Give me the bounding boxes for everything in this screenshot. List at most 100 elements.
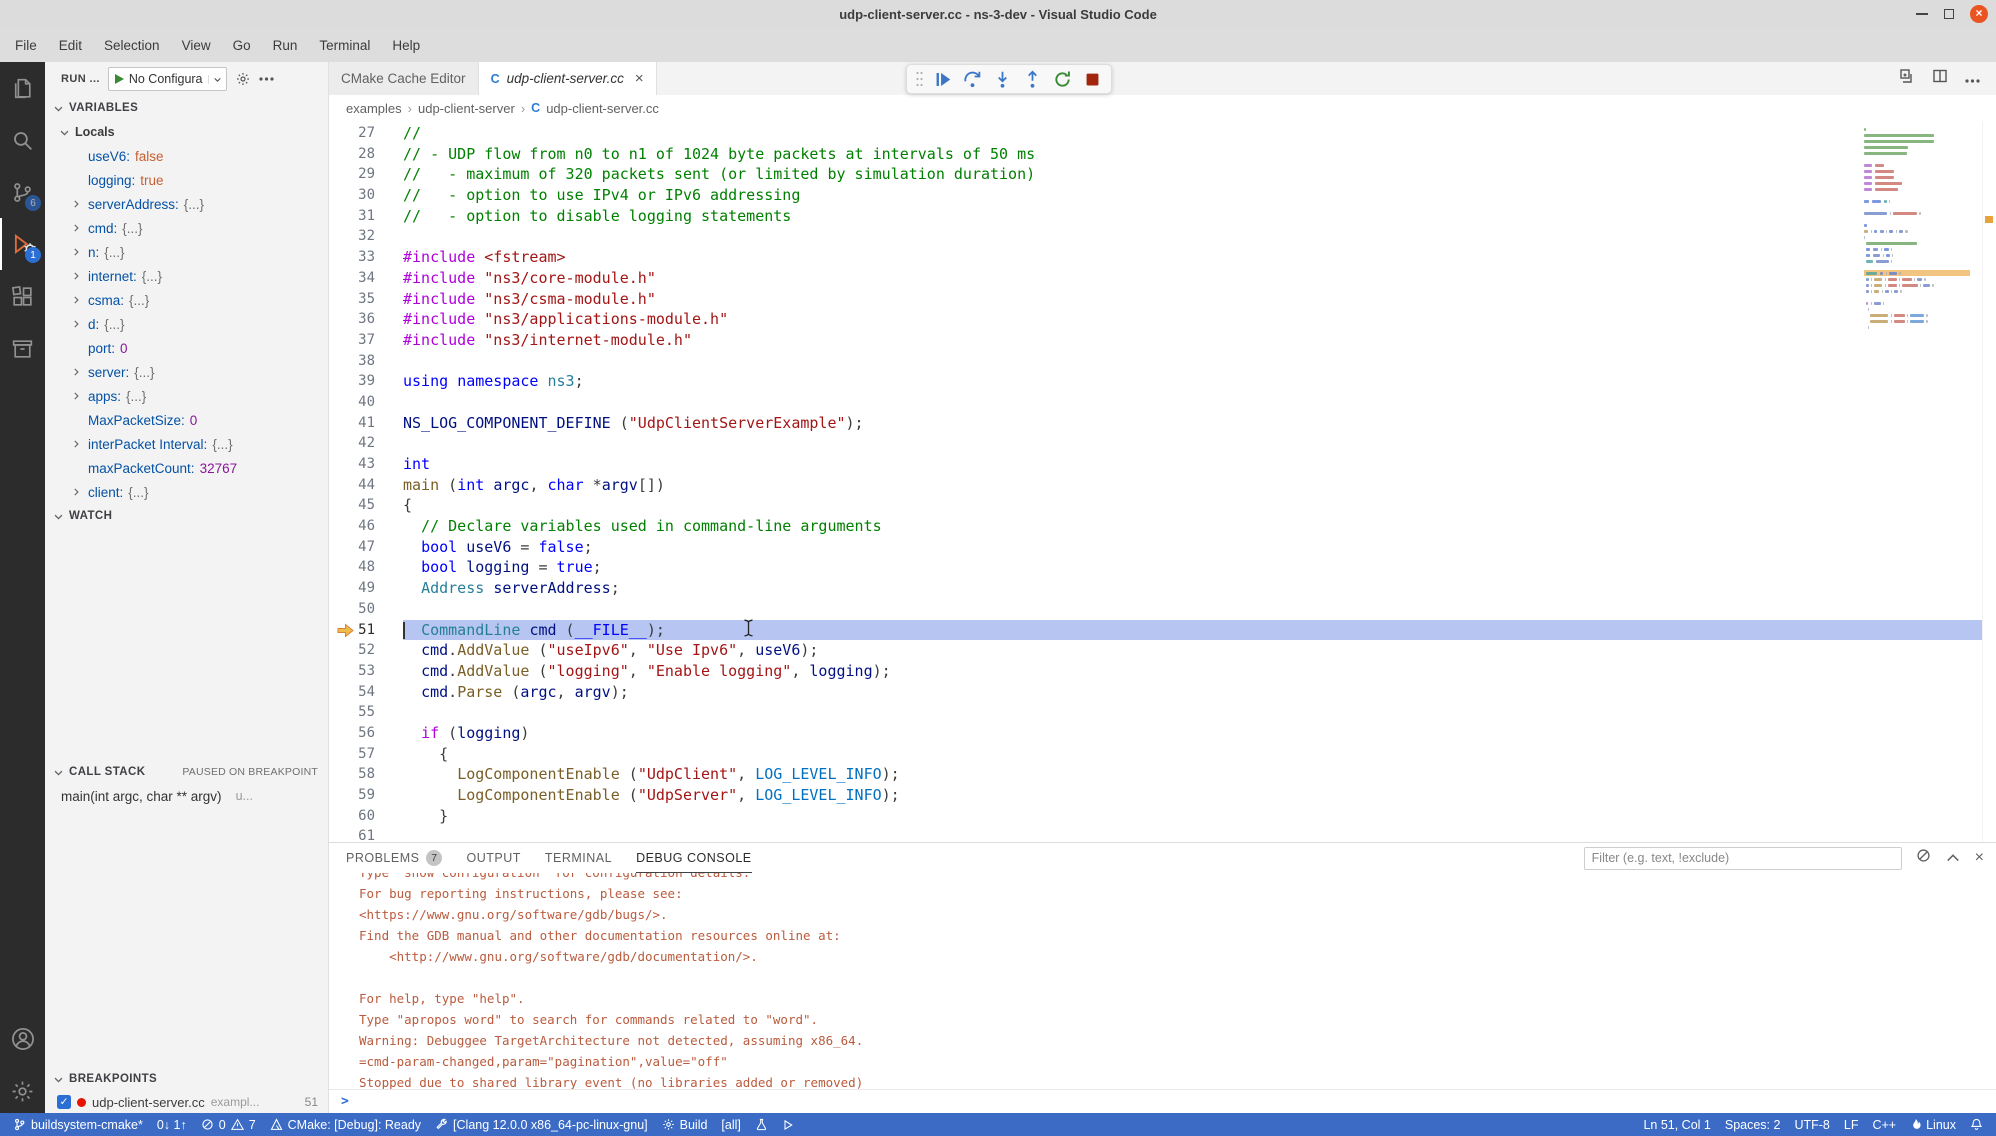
code-line-46[interactable]: 46 // Declare variables used in command-… [329, 516, 1996, 537]
variable-MaxPacketSize[interactable]: MaxPacketSize:0 [45, 408, 328, 432]
cursor-position[interactable]: Ln 51, Col 1 [1636, 1113, 1717, 1136]
chevron-right-icon[interactable] [71, 319, 88, 329]
debug-console-input[interactable]: > [329, 1089, 1996, 1113]
step-into-button[interactable] [989, 66, 1015, 92]
code-line-41[interactable]: 41NS_LOG_COMPONENT_DEFINE ("UdpClientSer… [329, 413, 1996, 434]
continue-button[interactable] [929, 66, 955, 92]
start-debug-icon[interactable] [115, 74, 124, 84]
variable-csma[interactable]: csma:{...} [45, 288, 328, 312]
menu-edit[interactable]: Edit [48, 28, 93, 62]
gutter-line-61[interactable]: 61 [329, 826, 403, 842]
chevron-right-icon[interactable] [71, 199, 88, 209]
search-icon[interactable] [0, 114, 45, 166]
chevron-right-icon[interactable] [71, 223, 88, 233]
tab-udp-client-server[interactable]: C udp-client-server.cc × [479, 62, 657, 95]
watch-section-header[interactable]: WATCH [45, 504, 328, 528]
gutter-line-58[interactable]: 58 [329, 764, 403, 785]
menu-selection[interactable]: Selection [93, 28, 171, 62]
gutter-line-41[interactable]: 41 [329, 413, 403, 434]
code-line-39[interactable]: 39using namespace ns3; [329, 371, 1996, 392]
panel-tab-output[interactable]: OUTPUT [466, 843, 520, 873]
encoding-status[interactable]: UTF-8 [1787, 1113, 1836, 1136]
menu-terminal[interactable]: Terminal [308, 28, 381, 62]
variable-internet[interactable]: internet:{...} [45, 264, 328, 288]
chevron-right-icon[interactable] [71, 247, 88, 257]
variable-cmd[interactable]: cmd:{...} [45, 216, 328, 240]
gutter-line-29[interactable]: 29 [329, 164, 403, 185]
variable-interPacketInterval[interactable]: interPacket Interval:{...} [45, 432, 328, 456]
gutter-line-54[interactable]: 54 [329, 682, 403, 703]
close-panel-icon[interactable]: × [1975, 850, 1984, 866]
gutter-line-31[interactable]: 31 [329, 206, 403, 227]
gutter-line-35[interactable]: 35 [329, 289, 403, 310]
chevron-right-icon[interactable] [71, 367, 88, 377]
variable-n[interactable]: n:{...} [45, 240, 328, 264]
panel-tab-terminal[interactable]: TERMINAL [545, 843, 612, 873]
code-line-56[interactable]: 56 if (logging) [329, 723, 1996, 744]
restore-icon[interactable] [1944, 9, 1954, 19]
code-line-55[interactable]: 55 [329, 702, 1996, 723]
code-line-51[interactable]: 51 CommandLine cmd (__FILE__); [329, 620, 1996, 641]
menu-file[interactable]: File [4, 28, 48, 62]
notifications-bell-icon[interactable] [1963, 1113, 1990, 1136]
gutter-line-39[interactable]: 39 [329, 371, 403, 392]
variables-section-header[interactable]: VARIABLES [45, 96, 328, 120]
gutter-line-59[interactable]: 59 [329, 785, 403, 806]
cmake-status[interactable]: CMake: [Debug]: Ready [263, 1113, 428, 1136]
variable-apps[interactable]: apps:{...} [45, 384, 328, 408]
code-line-54[interactable]: 54 cmd.Parse (argc, argv); [329, 682, 1996, 703]
drag-handle[interactable] [913, 70, 925, 88]
maximize-panel-icon[interactable] [1946, 849, 1960, 867]
gutter-line-57[interactable]: 57 [329, 744, 403, 765]
code-line-40[interactable]: 40 [329, 392, 1996, 413]
menu-go[interactable]: Go [222, 28, 262, 62]
gutter-line-30[interactable]: 30 [329, 185, 403, 206]
more-actions-icon[interactable] [1965, 70, 1980, 88]
source-control-icon[interactable]: 6 [0, 166, 45, 218]
code-line-35[interactable]: 35#include "ns3/csma-module.h" [329, 289, 1996, 310]
split-editor-icon[interactable] [1932, 68, 1948, 89]
build-target[interactable]: [all] [714, 1113, 747, 1136]
code-line-28[interactable]: 28// - UDP flow from n0 to n1 of 1024 by… [329, 144, 1996, 165]
git-branch-status[interactable]: buildsystem-cmake* [6, 1113, 150, 1136]
indentation-status[interactable]: Spaces: 2 [1718, 1113, 1788, 1136]
accounts-icon[interactable] [0, 1013, 45, 1065]
code-line-30[interactable]: 30// - option to use IPv4 or IPv6 addres… [329, 185, 1996, 206]
variable-server[interactable]: server:{...} [45, 360, 328, 384]
menu-help[interactable]: Help [381, 28, 431, 62]
gutter-line-44[interactable]: 44 [329, 475, 403, 496]
breakpoint-item[interactable]: ✓ udp-client-server.cc exampl... 51 [45, 1091, 328, 1113]
build-button[interactable]: Build [655, 1113, 715, 1136]
restart-button[interactable] [1049, 66, 1075, 92]
variable-d[interactable]: d:{...} [45, 312, 328, 336]
code-line-60[interactable]: 60 } [329, 806, 1996, 827]
code-line-34[interactable]: 34#include "ns3/core-module.h" [329, 268, 1996, 289]
code-line-47[interactable]: 47 bool useV6 = false; [329, 537, 1996, 558]
code-line-37[interactable]: 37#include "ns3/internet-module.h" [329, 330, 1996, 351]
gutter-line-47[interactable]: 47 [329, 537, 403, 558]
step-over-button[interactable] [959, 66, 985, 92]
code-editor[interactable]: 27//28// - UDP flow from n0 to n1 of 102… [329, 121, 1996, 842]
chevron-right-icon[interactable] [71, 439, 88, 449]
chevron-right-icon[interactable] [71, 391, 88, 401]
ctest-button[interactable] [748, 1113, 775, 1136]
code-line-48[interactable]: 48 bool logging = true; [329, 557, 1996, 578]
step-out-button[interactable] [1019, 66, 1045, 92]
gutter-line-45[interactable]: 45 [329, 495, 403, 516]
open-changes-icon[interactable] [1899, 68, 1915, 89]
breakpoints-header[interactable]: BREAKPOINTS [45, 1067, 328, 1091]
call-stack-header[interactable]: CALL STACK PAUSED ON BREAKPOINT [45, 760, 328, 784]
launch-button[interactable] [775, 1113, 801, 1136]
gutter-line-34[interactable]: 34 [329, 268, 403, 289]
gutter-line-37[interactable]: 37 [329, 330, 403, 351]
kit-status[interactable]: [Clang 12.0.0 x86_64-pc-linux-gnu] [428, 1113, 655, 1136]
code-line-59[interactable]: 59 LogComponentEnable ("UdpServer", LOG_… [329, 785, 1996, 806]
eol-status[interactable]: LF [1837, 1113, 1866, 1136]
chevron-right-icon[interactable] [71, 271, 88, 281]
platform-status[interactable]: Linux [1903, 1113, 1963, 1136]
tab-cmake-cache-editor[interactable]: CMake Cache Editor [329, 62, 479, 95]
close-icon[interactable]: × [1970, 5, 1988, 23]
code-line-38[interactable]: 38 [329, 351, 1996, 372]
code-line-52[interactable]: 52 cmd.AddValue ("useIpv6", "Use Ipv6", … [329, 640, 1996, 661]
variable-client[interactable]: client:{...} [45, 480, 328, 504]
